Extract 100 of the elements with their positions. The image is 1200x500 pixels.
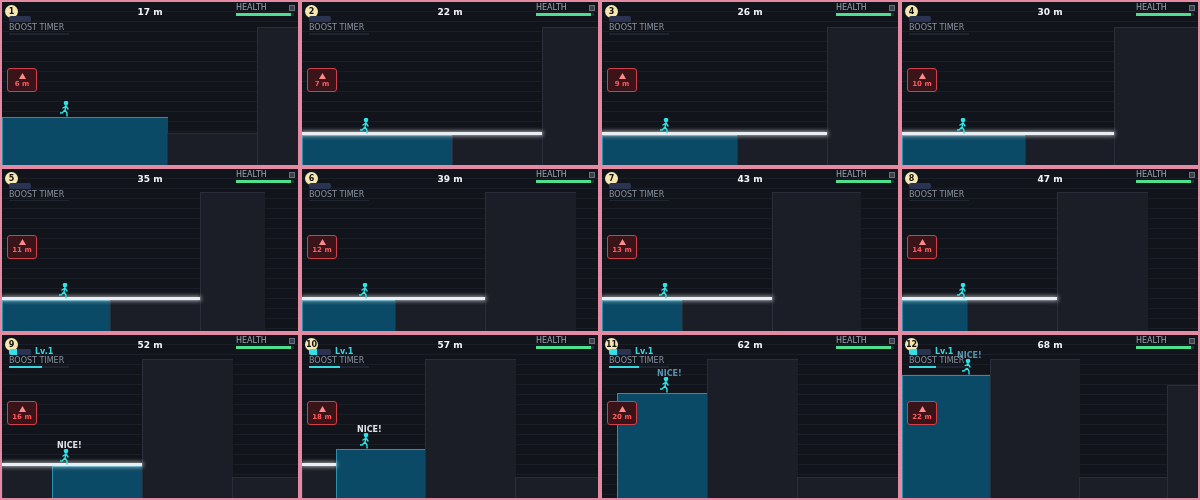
frame-number: 9 <box>5 338 18 352</box>
boost-icon <box>909 349 931 356</box>
menu-icon[interactable] <box>589 171 595 178</box>
boost-icon <box>609 182 631 189</box>
health-label: HEALTH <box>836 3 867 12</box>
stick-figure-runner <box>359 282 369 299</box>
menu-icon[interactable] <box>1189 5 1195 11</box>
stick-figure-runner <box>360 118 370 134</box>
warning-icon <box>318 405 326 412</box>
platform <box>902 299 968 332</box>
boost-timer-label: BOOST TIMER <box>309 189 365 199</box>
boost-icon <box>309 182 331 189</box>
stick-figure-runner <box>957 118 967 134</box>
distance-text: 17 m <box>137 7 163 17</box>
frame-number: 11 <box>605 338 618 352</box>
level-text: Lv.1 <box>335 347 354 357</box>
distance-text: 62 m <box>737 340 763 351</box>
stick-figure-runner <box>660 377 670 394</box>
menu-icon[interactable] <box>589 5 595 11</box>
stick-figure-runner <box>59 282 69 299</box>
warning-icon <box>18 239 26 246</box>
boost-timer-label: BOOST TIMER <box>909 23 965 32</box>
glowing-floor-line <box>302 463 336 467</box>
boost-timer-label: BOOST TIMER <box>609 356 665 366</box>
stick-figure-runner <box>962 359 972 376</box>
warning-icon <box>618 405 626 412</box>
menu-icon[interactable] <box>289 5 295 11</box>
stick-figure-runner <box>60 449 70 466</box>
warning-icon <box>318 72 326 79</box>
health-label: HEALTH <box>536 336 567 346</box>
distance-text: 30 m <box>1037 7 1063 17</box>
health-label: HEALTH <box>1136 169 1167 179</box>
frame-number: 1 <box>5 5 18 18</box>
distance-text: 22 m <box>437 7 463 17</box>
boost-timer-label: BOOST TIMER <box>9 23 65 32</box>
boost-icon <box>9 182 31 189</box>
popup-text: NICE! <box>357 425 382 435</box>
health-label: HEALTH <box>1136 3 1167 12</box>
boost-timer-label: BOOST TIMER <box>909 189 965 199</box>
warning-icon <box>18 72 26 79</box>
boost-timer-label: BOOST TIMER <box>609 23 665 32</box>
menu-icon[interactable] <box>889 171 895 178</box>
boost-timer-label: BOOST TIMER <box>9 189 65 199</box>
warning-icon <box>918 405 926 412</box>
warning-icon <box>18 405 26 412</box>
frame-number: 4 <box>905 5 918 18</box>
health-label: HEALTH <box>836 169 867 179</box>
health-label: HEALTH <box>236 336 267 346</box>
menu-icon[interactable] <box>889 338 895 345</box>
distance-text: 52 m <box>137 340 163 351</box>
boost-timer-label: BOOST TIMER <box>309 356 365 366</box>
frame-number: 5 <box>5 171 18 185</box>
distance-text: 47 m <box>1037 173 1063 184</box>
popup-text: NICE! <box>657 369 682 379</box>
warning-icon <box>318 239 326 246</box>
stick-figure-runner <box>660 118 670 134</box>
distance-text: 35 m <box>137 173 163 184</box>
boost-icon <box>9 349 31 356</box>
boost-timer-label: BOOST TIMER <box>309 23 365 32</box>
boost-icon <box>909 16 931 22</box>
warning-icon <box>918 72 926 79</box>
popup-text: NICE! <box>57 441 82 451</box>
distance-text: 57 m <box>437 340 463 351</box>
level-text: Lv.1 <box>935 347 954 357</box>
stick-figure-runner <box>957 282 967 299</box>
frame-number: 8 <box>905 171 918 185</box>
frame-number: 12 <box>905 338 918 352</box>
menu-icon[interactable] <box>889 5 895 11</box>
distance-text: 43 m <box>737 173 763 184</box>
frame-number: 2 <box>305 5 318 18</box>
health-label: HEALTH <box>236 3 267 12</box>
health-label: HEALTH <box>536 3 567 12</box>
menu-icon[interactable] <box>1189 171 1195 178</box>
distance-text: 26 m <box>737 7 763 17</box>
health-label: HEALTH <box>836 336 867 346</box>
warning-icon <box>618 239 626 246</box>
health-label: HEALTH <box>1136 336 1167 346</box>
distance-text: 39 m <box>437 173 463 184</box>
frame-number: 3 <box>605 5 618 18</box>
boost-icon <box>309 16 331 22</box>
level-text: Lv.1 <box>35 347 54 357</box>
menu-icon[interactable] <box>589 338 595 345</box>
stick-figure-runner <box>60 101 70 117</box>
boost-icon <box>309 349 331 356</box>
boost-timer-label: BOOST TIMER <box>9 356 65 366</box>
distance-text: 68 m <box>1037 340 1063 351</box>
stick-figure-runner <box>659 282 669 299</box>
boost-timer-label: BOOST TIMER <box>609 189 665 199</box>
warning-icon <box>618 72 626 79</box>
health-label: HEALTH <box>536 169 567 179</box>
boost-icon <box>909 182 931 189</box>
frame-number: 6 <box>305 171 318 185</box>
menu-icon[interactable] <box>1189 338 1195 345</box>
menu-icon[interactable] <box>289 171 295 178</box>
frame-number: 7 <box>605 171 618 185</box>
menu-icon[interactable] <box>289 338 295 345</box>
boost-icon <box>609 349 631 356</box>
frame-number: 10 <box>305 338 318 352</box>
boost-icon <box>609 16 631 22</box>
level-text: Lv.1 <box>635 347 654 357</box>
